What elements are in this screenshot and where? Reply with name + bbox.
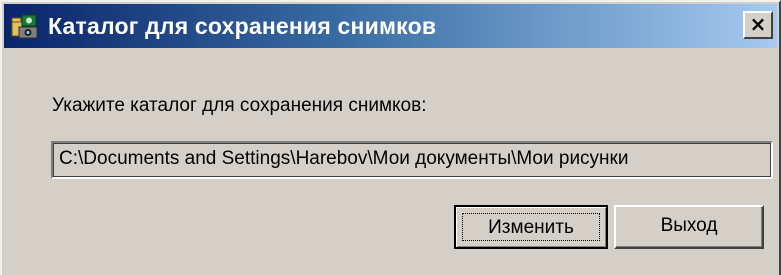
folder-camera-icon [11,14,38,39]
prompt-label: Укажите каталог для сохранения снимков: [52,95,427,116]
window-title: Каталог для сохранения снимков [48,13,437,39]
dialog-window: Каталог для сохранения снимков × Укажите… [0,0,781,275]
close-button[interactable]: × [743,11,773,39]
directory-path-field[interactable]: C:\Documents and Settings\Harebov\Мои до… [51,141,773,179]
close-icon: × [749,12,767,36]
title-bar[interactable]: Каталог для сохранения снимков × [4,4,777,48]
change-button-label: Изменить [462,213,600,241]
change-button[interactable]: Изменить [454,205,608,249]
exit-button[interactable]: Выход [614,205,764,249]
